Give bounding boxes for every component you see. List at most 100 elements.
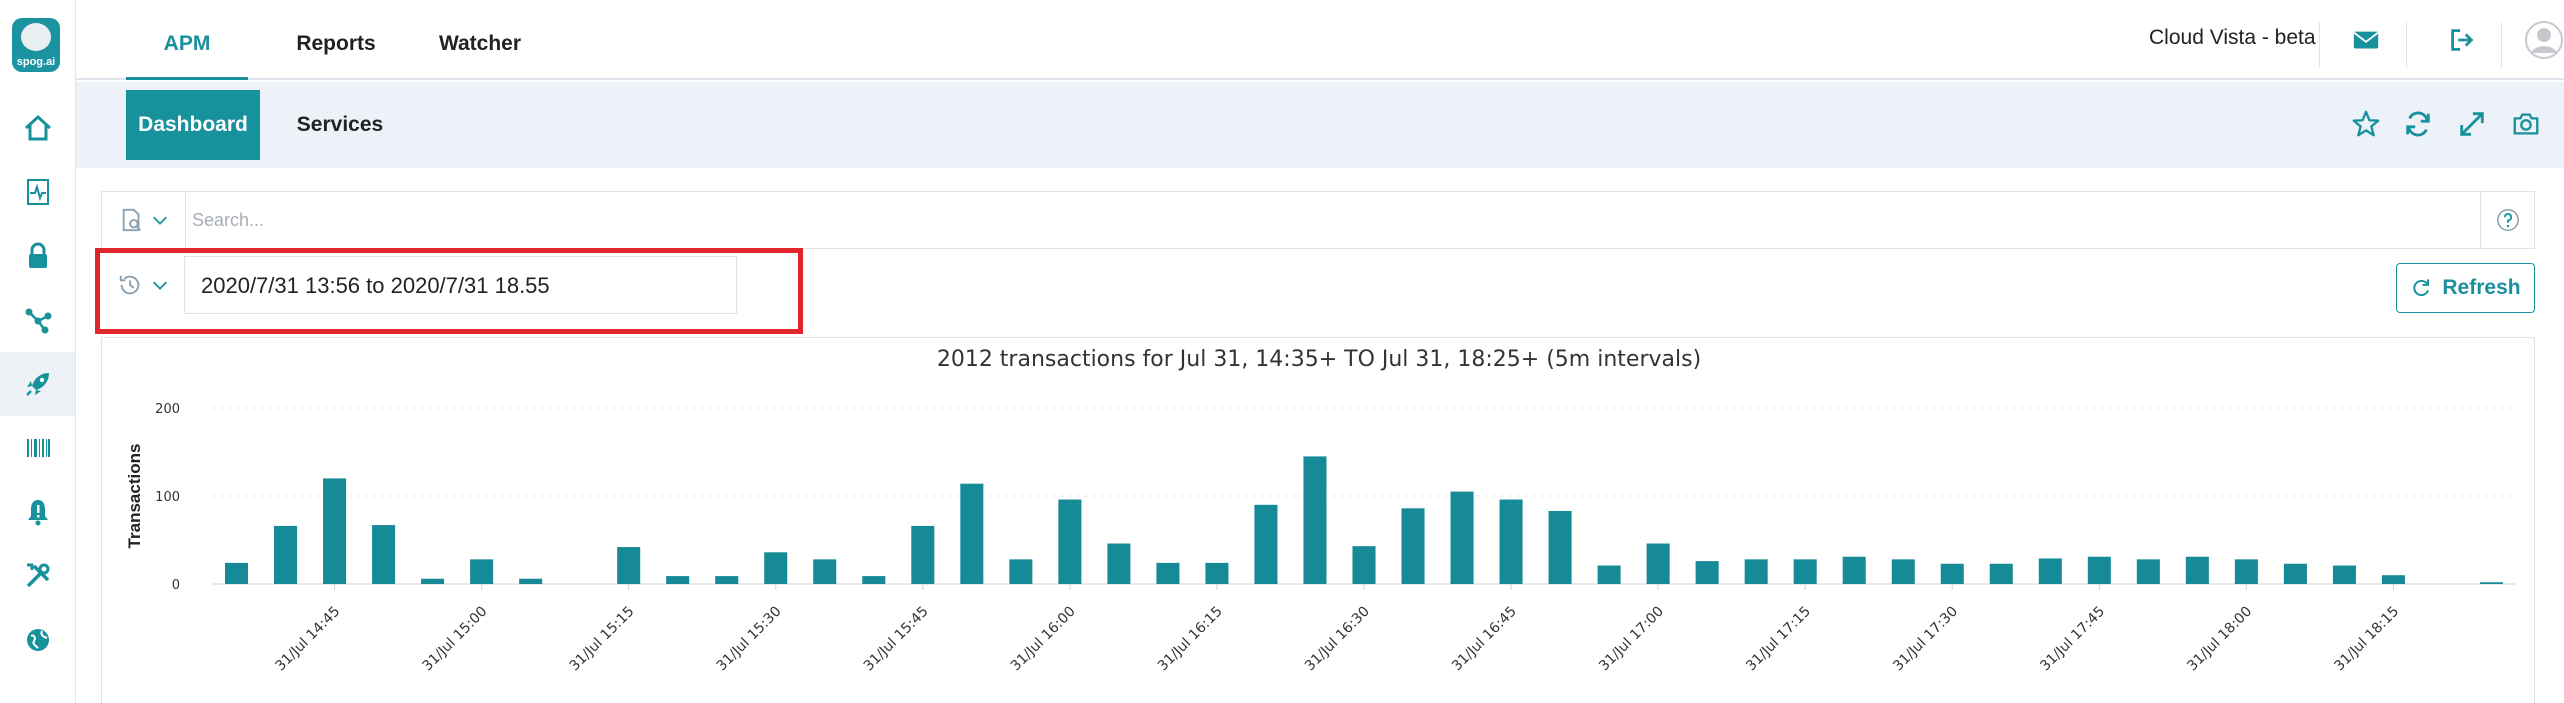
header-divider [2319, 22, 2320, 68]
chart-bar [421, 578, 445, 584]
star-icon [2352, 110, 2380, 137]
sub-navigation-bar: Dashboard Services [76, 82, 2564, 168]
globe-icon [26, 629, 49, 651]
y-tick-label: 0 [172, 578, 180, 593]
mail-button[interactable] [2344, 18, 2388, 62]
x-tick-label: 31/Jul 17:00 [1596, 604, 1667, 675]
chart-bar [1107, 543, 1131, 584]
x-tick-label: 31/Jul 15:30 [714, 604, 785, 675]
mail-icon [2353, 31, 2379, 49]
y-tick-label: 200 [155, 402, 180, 417]
chart-bar [1352, 546, 1376, 584]
tab-dashboard[interactable]: Dashboard [126, 90, 260, 160]
sidebar-item-alerts[interactable] [0, 480, 75, 544]
lock-icon [28, 242, 47, 268]
chart-bar [813, 559, 837, 584]
x-tick-label: 31/Jul 17:15 [1743, 604, 1814, 675]
sidebar-item-apm[interactable] [0, 352, 75, 416]
chart-bar [2283, 563, 2307, 584]
sidebar-item-security[interactable] [0, 224, 75, 288]
expand-icon [2460, 112, 2484, 136]
chart-bar [666, 576, 690, 584]
search-help-button[interactable] [2480, 192, 2534, 248]
x-tick-label: 31/Jul 16:45 [1449, 604, 1520, 675]
search-filter-dropdown[interactable] [102, 192, 186, 248]
tab-reports[interactable]: Reports [274, 0, 398, 80]
chart-title: 2012 transactions for Jul 31, 14:35+ TO … [937, 347, 1701, 372]
tab-apm[interactable]: APM [126, 0, 248, 80]
chart-bar [2479, 582, 2504, 584]
chart-bar [372, 525, 396, 584]
chart-bar [1450, 491, 1474, 584]
chart-bar [1401, 508, 1425, 584]
sidebar-item-monitor[interactable] [0, 160, 75, 224]
chart-bar [1009, 559, 1033, 584]
alert-bell-icon [27, 500, 48, 526]
sync-button[interactable] [2398, 104, 2438, 144]
chart-bar [2234, 559, 2258, 584]
chart-bar [1205, 562, 1229, 584]
chart-bar [1254, 504, 1278, 584]
chart-bar [715, 576, 739, 584]
chart-bar [1940, 563, 1964, 584]
transactions-chart-panel: 2012 transactions for Jul 31, 14:35+ TO … [101, 337, 2535, 703]
refresh-icon [2413, 279, 2430, 297]
search-bar [101, 191, 2535, 249]
x-tick-label: 31/Jul 15:45 [861, 604, 932, 675]
refresh-label: Refresh [2442, 276, 2521, 299]
chevron-down-icon [153, 281, 167, 290]
koala-logo-icon [21, 23, 51, 51]
chart-bar [2185, 556, 2209, 584]
app-logo[interactable]: spog.ai [12, 18, 60, 72]
chart-bar [470, 559, 494, 584]
x-tick-label: 31/Jul 17:45 [2037, 604, 2108, 675]
chart-bar [1548, 510, 1572, 584]
chart-bar [1303, 456, 1327, 584]
heartbeat-icon [26, 179, 49, 205]
user-avatar-button[interactable] [2522, 18, 2564, 62]
sidebar-item-tools[interactable] [0, 544, 75, 608]
search-input[interactable] [192, 200, 2392, 240]
chart-bar [764, 552, 788, 584]
rocket-icon [25, 373, 49, 396]
tab-watcher[interactable]: Watcher [418, 0, 542, 80]
refresh-button[interactable]: Refresh [2396, 263, 2535, 313]
screenshot-button[interactable] [2506, 104, 2546, 144]
y-tick-label: 100 [155, 490, 180, 505]
chart-bar [862, 576, 886, 584]
sidebar-item-global[interactable] [0, 608, 75, 672]
tools-icon [26, 563, 49, 588]
chart-bar [1597, 565, 1621, 584]
x-tick-label: 31/Jul 16:15 [1155, 604, 1226, 675]
expand-button[interactable] [2452, 104, 2492, 144]
icon-sidebar: spog.ai [0, 0, 76, 703]
network-icon [25, 308, 51, 334]
chart-bar [2136, 559, 2160, 584]
chart-bar [2332, 565, 2356, 584]
time-range-field[interactable]: 2020/7/31 13:56 to 2020/7/31 18.55 [184, 256, 737, 314]
header-divider [2501, 22, 2502, 68]
chart-bar [1058, 499, 1082, 584]
logout-button[interactable] [2440, 18, 2484, 62]
logo-text: spog.ai [16, 56, 56, 68]
chart-bar [1989, 563, 2013, 584]
chevron-down-icon [152, 216, 167, 225]
x-tick-label: 31/Jul 17:30 [1890, 604, 1961, 675]
sidebar-item-inventory[interactable] [0, 416, 75, 480]
favorite-button[interactable] [2346, 104, 2386, 144]
sidebar-item-home[interactable] [0, 96, 75, 160]
chart-bar [1793, 559, 1817, 584]
barcode-icon [26, 439, 50, 457]
tenant-name[interactable]: Cloud Vista - beta [2149, 26, 2316, 50]
chart-bar [1695, 561, 1719, 584]
x-tick-label: 31/Jul 16:30 [1302, 604, 1373, 675]
chart-bar [323, 478, 347, 584]
x-tick-label: 31/Jul 15:15 [567, 604, 638, 675]
chart-bar [960, 483, 984, 584]
chart-bar [519, 578, 543, 584]
x-tick-label: 31/Jul 16:00 [1008, 604, 1079, 675]
sidebar-item-topology[interactable] [0, 288, 75, 352]
time-history-dropdown[interactable] [101, 256, 185, 314]
tab-services[interactable]: Services [280, 90, 400, 160]
chart-bar [2087, 556, 2111, 584]
